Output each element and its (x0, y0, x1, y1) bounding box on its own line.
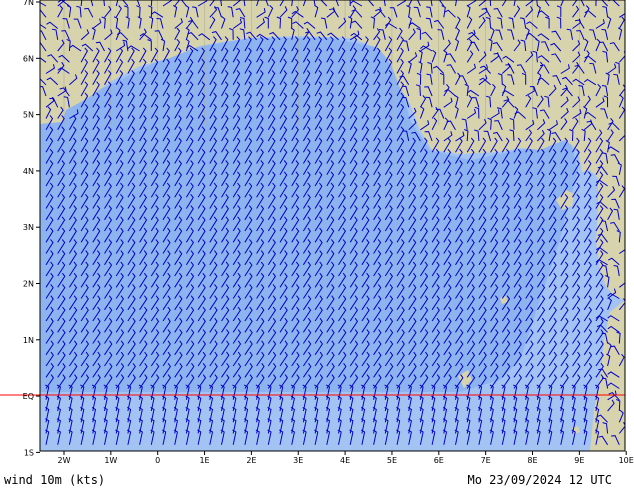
wind-map: 7N 6N 5N 4N 3N 2N 1N EQ 1S 2W 1W 0 1E 2E 3E 4E 5E 6E 7E 8E… (0, 0, 634, 465)
lat-label: 5N (23, 111, 34, 120)
lat-label: 6N (23, 54, 34, 63)
lon-label: 9E (574, 456, 584, 465)
lon-label: 0 (155, 456, 160, 465)
lon-label: 1E (199, 456, 209, 465)
lat-label: 4N (23, 167, 34, 176)
latitude-axis: 7N 6N 5N 4N 3N 2N 1N EQ 1S (23, 0, 40, 457)
lon-label: 2W (58, 456, 71, 465)
lon-label: 10E (619, 456, 634, 465)
lon-label: 1W (104, 456, 117, 465)
field-label: wind 10m (kts) (4, 473, 106, 487)
lon-label: 8E (527, 456, 537, 465)
lon-label: 4E (340, 456, 350, 465)
lat-label: 3N (23, 223, 34, 232)
lon-label: 2E (246, 456, 256, 465)
longitude-axis: 2W 1W 0 1E 2E 3E 4E 5E 6E 7E 8E 9E 10E (58, 451, 634, 465)
lat-label: 2N (23, 280, 34, 289)
lat-label: EQ (23, 392, 34, 401)
lon-label: 7E (481, 456, 491, 465)
lat-label: 7N (23, 0, 34, 7)
lon-label: 6E (434, 456, 444, 465)
lon-label: 3E (293, 456, 303, 465)
lon-label: 5E (387, 456, 397, 465)
lat-label: 1S (24, 448, 34, 457)
valid-time: Mo 23/09/2024 12 UTC (467, 473, 613, 487)
lat-label: 1N (23, 336, 34, 345)
